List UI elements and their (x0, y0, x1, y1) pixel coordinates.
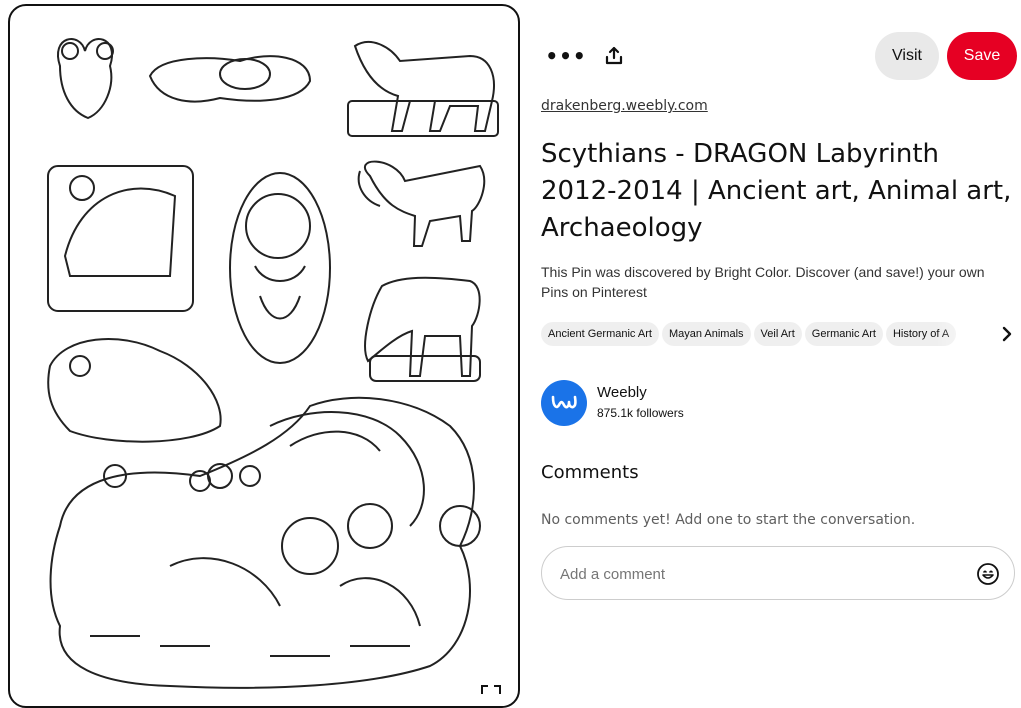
share-button[interactable] (594, 36, 634, 76)
share-upload-icon (605, 46, 623, 65)
related-tags-row: Ancient Germanic Art Mayan Animals Veil Ar… (541, 322, 1019, 348)
comment-input[interactable] (558, 559, 962, 589)
scythian-artifacts-drawing (47, 38, 499, 689)
visit-button[interactable]: Visit (875, 32, 939, 80)
comment-composer[interactable] (541, 546, 1015, 600)
pin-image[interactable] (8, 4, 520, 708)
source-domain-link[interactable]: drakenberg.weebly.com (541, 98, 708, 114)
tags-track: Ancient Germanic Art Mayan Animals Veil Ar… (541, 322, 996, 348)
more-horizontal-icon: ••• (545, 44, 587, 68)
comments-heading: Comments (541, 462, 639, 483)
creator-profile[interactable]: Weebly 875.1k followers (541, 380, 841, 428)
pin-title: Scythians - DRAGON Labyrinth 2012-2014 |… (541, 139, 1012, 243)
tag-chip[interactable]: Veil Art (753, 322, 802, 346)
empty-comments-text: No comments yet! Add one to start the co… (541, 512, 916, 528)
pin-description: This Pin was discovered by Bright Color.… (541, 264, 985, 300)
creator-name[interactable]: Weebly (597, 384, 647, 401)
more-options-button[interactable]: ••• (545, 36, 587, 76)
tag-chip[interactable]: Ancient Germanic Art (541, 322, 659, 346)
follower-count: 875.1k followers (597, 406, 684, 420)
save-button[interactable]: Save (947, 32, 1017, 80)
weebly-logo-icon (551, 395, 577, 409)
emoji-icon[interactable] (976, 562, 1000, 586)
tag-chip[interactable]: Mayan Animals (661, 322, 751, 346)
chevron-right-icon[interactable] (1001, 324, 1013, 344)
tags-fade-overlay (936, 322, 996, 348)
pin-action-bar: ••• Visit Save (540, 32, 1018, 80)
tag-chip[interactable]: Germanic Art (804, 322, 883, 346)
expand-icon[interactable] (478, 682, 504, 696)
avatar[interactable] (541, 380, 587, 426)
